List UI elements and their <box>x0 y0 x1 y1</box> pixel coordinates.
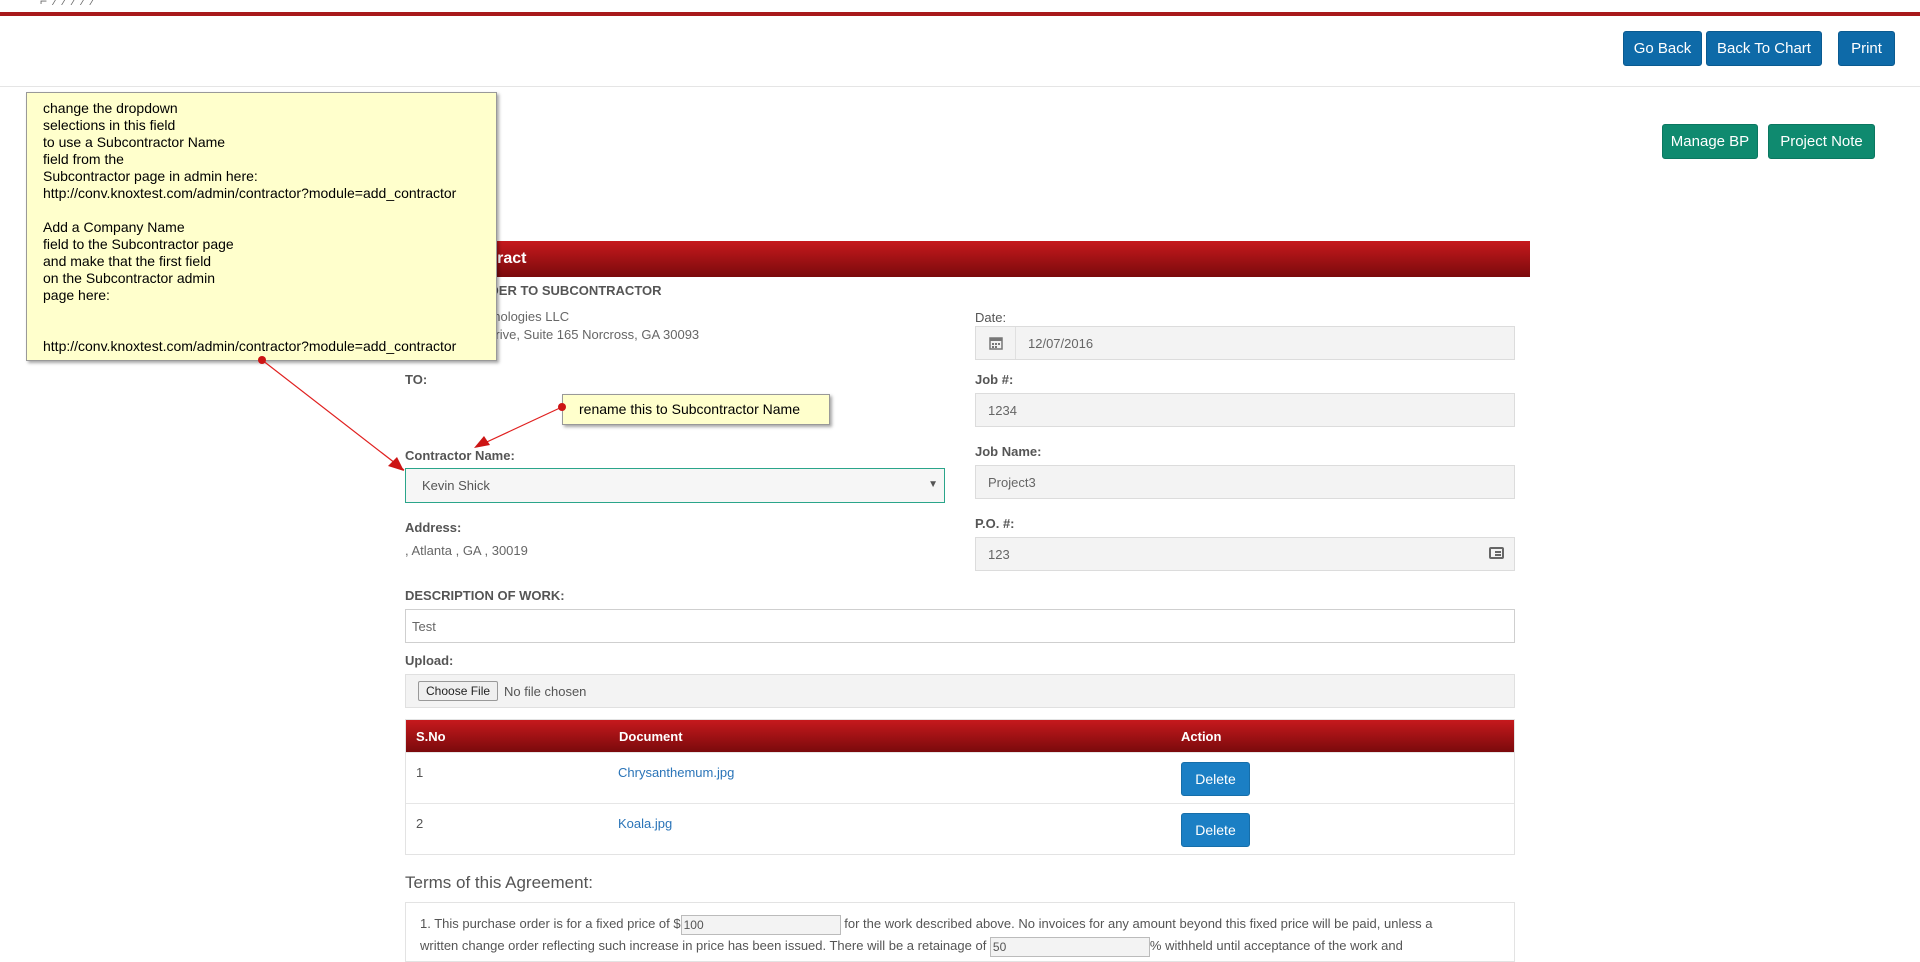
delete-button[interactable]: Delete <box>1181 813 1250 847</box>
no-file-text: No file chosen <box>504 683 587 699</box>
contractor-name-value: Kevin Shick <box>422 478 490 493</box>
note-line: http://conv.knoxtest.com/admin/contracto… <box>43 185 457 201</box>
job-no-input[interactable]: 1234 <box>975 393 1515 427</box>
note-line: change the dropdown <box>43 100 178 116</box>
job-no-label: Job #: <box>975 372 1014 387</box>
calendar-icon <box>976 327 1016 359</box>
date-input[interactable]: 12/07/2016 <box>975 326 1515 360</box>
from-address: Drive, Suite 165 Norcross, GA 30093 <box>486 327 700 342</box>
document-link[interactable]: Koala.jpg <box>618 816 672 831</box>
po-input[interactable]: 123 <box>975 537 1515 571</box>
po-label: P.O. #: <box>975 516 1015 531</box>
note-line: on the Subcontractor admin <box>43 270 215 286</box>
form-subtitle: RDER TO SUBCONTRACTOR <box>480 283 662 298</box>
form-header: ntract <box>388 241 1530 277</box>
note-line: Subcontractor page in admin here: <box>43 168 258 184</box>
note-small-text: rename this to Subcontractor Name <box>579 401 800 417</box>
note-spacer <box>43 321 480 338</box>
note-line: selections in this field <box>43 117 176 133</box>
date-value: 12/07/2016 <box>1028 335 1094 351</box>
chevron-down-icon: ▼ <box>928 479 938 490</box>
annotation-note-dropdown: change the dropdown selections in this f… <box>26 92 497 361</box>
to-label: TO: <box>405 372 428 387</box>
contractor-name-label: Contractor Name: <box>405 448 515 463</box>
note-line: to use a Subcontractor Name <box>43 134 226 150</box>
price-input[interactable]: 100 <box>680 914 841 935</box>
job-name-value: Project3 <box>988 474 1036 490</box>
address-value: , Atlanta , GA , 30019 <box>405 543 528 558</box>
delete-button[interactable]: Delete <box>1181 762 1250 796</box>
terms-line2-after: % withheld until acceptance of the work … <box>1149 938 1403 953</box>
job-no-value: 1234 <box>988 402 1017 418</box>
table-row: 1 Chrysanthemum.jpg Delete <box>406 752 1514 803</box>
description-input[interactable]: Test <box>405 609 1515 643</box>
terms-line2-before: written change order reflecting such inc… <box>420 938 990 953</box>
upload-label: Upload: <box>405 653 454 668</box>
table-row: 2 Koala.jpg Delete <box>406 803 1514 854</box>
description-value: Test <box>412 618 436 634</box>
from-company: nnologies LLC <box>486 309 570 324</box>
terms-line1-before: 1. This purchase order is for a fixed pr… <box>420 916 681 931</box>
note-line: page here: <box>43 287 110 303</box>
note-spacer <box>43 202 480 219</box>
description-label: DESCRIPTION OF WORK: <box>405 588 565 603</box>
table-header: S.No Document Action <box>406 720 1514 752</box>
date-label: Date: <box>975 310 1007 325</box>
documents-table: S.No Document Action 1 Chrysanthemum.jpg… <box>405 719 1515 855</box>
po-value: 123 <box>988 546 1010 562</box>
terms-line1-after: for the work described above. No invoice… <box>840 916 1433 931</box>
note-line: http://conv.knoxtest.com/admin/contracto… <box>43 338 457 354</box>
upload-field: Choose File No file chosen <box>405 674 1515 708</box>
note-line: field from the <box>43 151 124 167</box>
terms-title: Terms of this Agreement: <box>405 873 594 892</box>
document-link[interactable]: Chrysanthemum.jpg <box>618 765 734 780</box>
note-spacer <box>43 304 480 321</box>
header-action: Action <box>1181 729 1222 744</box>
id-card-icon <box>1489 547 1504 559</box>
terms-box: 1. This purchase order is for a fixed pr… <box>405 902 1515 962</box>
annotation-note-rename: rename this to Subcontractor Name <box>562 394 830 425</box>
header-document: Document <box>619 729 683 744</box>
header-sno: S.No <box>416 729 446 744</box>
row-sno: 2 <box>416 816 424 831</box>
note-line: and make that the first field <box>43 253 212 269</box>
contractor-name-select[interactable]: Kevin Shick ▼ <box>405 468 945 503</box>
choose-file-button[interactable]: Choose File <box>418 681 499 701</box>
note-line: Add a Company Name <box>43 219 185 235</box>
row-sno: 1 <box>416 765 424 780</box>
job-name-label: Job Name: <box>975 444 1042 459</box>
address-label: Address: <box>405 520 462 535</box>
retainage-input[interactable]: 50 <box>989 936 1150 957</box>
job-name-input[interactable]: Project3 <box>975 465 1515 499</box>
note-line: field to the Subcontractor page <box>43 236 234 252</box>
